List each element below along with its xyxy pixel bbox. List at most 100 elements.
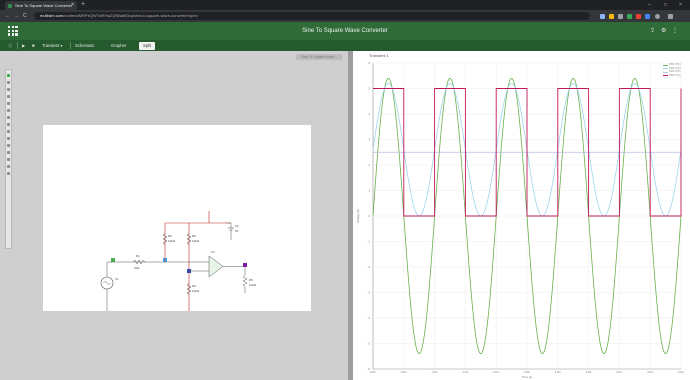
x-tick-label: 1.5m: [462, 370, 469, 374]
v1-label: V1: [115, 277, 119, 281]
run-simulation-button[interactable]: ▶: [22, 42, 25, 50]
fit-icon[interactable]: [7, 172, 10, 175]
y-tick-label: 1: [368, 189, 370, 193]
toolbar-divider: [17, 42, 18, 49]
address-path: /content/MRPeQWTwRHaZQNBabEnq/sine-to-sq…: [63, 13, 198, 18]
x-tick-label: 3.5m: [585, 370, 592, 374]
ground-tool-icon[interactable]: [7, 116, 10, 119]
voltage-source-v1[interactable]: [100, 276, 114, 290]
text-tool-icon[interactable]: [7, 151, 10, 154]
inductor-tool-icon[interactable]: [7, 102, 10, 105]
x-tick-label: 5.0m: [678, 370, 685, 374]
app-header: Sine To Square Wave Converter ⇪ ⚙ ⋮: [0, 22, 690, 40]
graph-legend: PR1 V(1) PR2 V(2) PR3 V(3) PR4 V(4): [663, 62, 686, 78]
zoom-in-icon[interactable]: [7, 158, 10, 161]
new-tab-button[interactable]: +: [81, 0, 85, 10]
legend-swatch: [663, 64, 668, 66]
address-domain: multisim.com: [40, 13, 64, 18]
info-icon[interactable]: ⓘ: [8, 42, 12, 50]
y-tick-label: -4: [368, 316, 371, 320]
multisim-favicon-icon: [8, 3, 12, 8]
tab-split[interactable]: Split: [139, 41, 156, 50]
r4-label: R4: [192, 284, 196, 288]
extension-icon[interactable]: [618, 13, 623, 19]
diode-tool-icon[interactable]: [7, 123, 10, 126]
op-amp-u1[interactable]: [208, 255, 224, 278]
address-bar[interactable]: multisim.com/content/MRPeQWTwRHaZQNBabEn…: [34, 12, 590, 20]
component-toolbar: [5, 69, 12, 249]
chevron-down-icon: ▾: [60, 42, 63, 48]
tab-close-icon[interactable]: ×: [71, 1, 74, 10]
legend-swatch: [663, 68, 668, 70]
schematic-circuit[interactable]: V1 R1 1kΩ R2 10kΩ V2 5V R3 10kΩ R4 10kΩ …: [43, 125, 311, 311]
resistor-load[interactable]: [242, 274, 248, 288]
reload-button[interactable]: C: [23, 10, 27, 22]
stop-simulation-button[interactable]: ■: [32, 42, 35, 50]
more-menu-icon[interactable]: ⋮: [672, 22, 678, 40]
zoom-out-icon[interactable]: [7, 165, 10, 168]
u1-label: U1: [211, 250, 215, 254]
x-tick-label: 0.0m: [370, 370, 377, 374]
legend-item[interactable]: PR4 V(4): [663, 73, 686, 78]
r3-label: R3: [192, 234, 196, 238]
v2-value: 5V: [235, 229, 239, 233]
browser-menu-icon[interactable]: [668, 13, 673, 19]
resistor-tool-icon[interactable]: [7, 88, 10, 91]
share-icon[interactable]: ⇪: [650, 22, 655, 40]
probe-pr1-icon[interactable]: [111, 258, 115, 262]
simulation-toolbar: ⓘ ▶ ■ Transient ▾ Schematic Grapher Spli…: [0, 40, 690, 51]
probe-tool-icon[interactable]: [7, 144, 10, 147]
x-tick-label: 0.5m: [401, 370, 408, 374]
extension-icon[interactable]: [636, 13, 641, 19]
browser-tab[interactable]: Sine To Square Wave Converter ×: [5, 1, 77, 10]
tab-schematic[interactable]: Schematic: [75, 42, 95, 50]
x-tick-label: 4.0m: [616, 370, 623, 374]
wire-tool-icon[interactable]: [7, 81, 10, 84]
profile-avatar[interactable]: [655, 13, 660, 19]
opamp-tool-icon[interactable]: [7, 137, 10, 140]
analysis-type-label: Transient: [42, 42, 60, 48]
y-axis-label: Voltage (V): [356, 209, 360, 223]
settings-icon[interactable]: ⚙: [661, 22, 666, 40]
y-tick-label: -5: [368, 342, 371, 346]
close-window-button[interactable]: ×: [679, 0, 682, 10]
x-tick-label: 4.5m: [647, 370, 654, 374]
maximize-button[interactable]: □: [664, 0, 667, 10]
schematic-panel: Sine To Square Wave... V1 R1 1kΩ R2 10kΩ…: [0, 51, 348, 380]
y-tick-label: 4: [368, 112, 370, 116]
legend-swatch: [663, 75, 668, 77]
x-tick-label: 2.5m: [524, 370, 531, 374]
r4-value: 10kΩ: [192, 289, 200, 293]
y-tick-label: -2: [368, 265, 371, 269]
r3-value: 10kΩ: [192, 239, 200, 243]
grapher-panel: Transient 1 -6 -5 -4 -3 -2 -1 0 1 2 3 4 5 6 0.0m 0.5m 1…: [353, 51, 690, 380]
source-tool-icon[interactable]: [7, 109, 10, 112]
select-tool-icon[interactable]: [7, 74, 10, 77]
extension-icon[interactable]: [600, 13, 605, 19]
app-title: Sine To Square Wave Converter: [302, 28, 388, 34]
browser-tab-strip: Sine To Square Wave Converter × + – □ ×: [0, 0, 690, 10]
capacitor-tool-icon[interactable]: [7, 95, 10, 98]
schematic-sheet[interactable]: V1 R1 1kΩ R2 10kΩ V2 5V R3 10kΩ R4 10kΩ …: [43, 125, 311, 311]
toolbar-divider: [70, 42, 71, 49]
load-label: R5: [249, 278, 253, 282]
extension-icon[interactable]: [609, 13, 614, 19]
probe-pr4-icon[interactable]: [243, 263, 247, 267]
extension-icon[interactable]: [645, 13, 650, 19]
tab-grapher[interactable]: Grapher: [111, 42, 126, 50]
r1-value: 1kΩ: [134, 266, 140, 270]
y-tick-label: 6: [368, 61, 370, 65]
extension-icon[interactable]: [627, 13, 632, 19]
schematic-panel-title: Sine To Square Wave...: [296, 54, 342, 60]
forward-button[interactable]: →: [14, 10, 19, 22]
minimize-button[interactable]: –: [648, 0, 651, 10]
analysis-type-dropdown[interactable]: Transient ▾: [42, 42, 63, 50]
transient-plot[interactable]: -6-5-4-3-2-101234560.0m 0.5m 1.0m 1.5m 2.0m 2…: [353, 51, 690, 380]
x-axis-label: Time (s): [522, 375, 532, 379]
back-button[interactable]: ←: [5, 10, 10, 22]
x-tick-label: 1.0m: [431, 370, 438, 374]
r2-value: 10kΩ: [168, 239, 176, 243]
dc-source-v2[interactable]: [226, 222, 234, 240]
transistor-tool-icon[interactable]: [7, 130, 10, 133]
y-tick-label: 0: [368, 214, 370, 218]
